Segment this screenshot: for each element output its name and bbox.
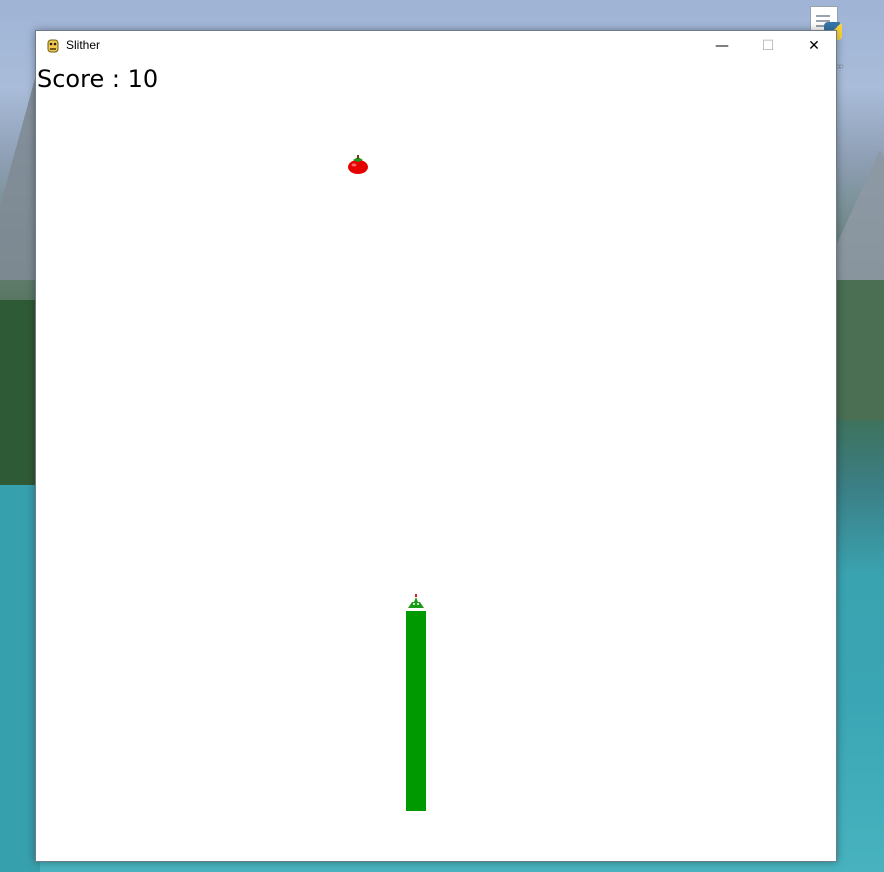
apple-icon: [348, 155, 368, 174]
close-icon: ✕: [808, 38, 820, 54]
game-window: Slither — ☐ ✕ Score : 10: [35, 30, 837, 862]
score-label: Score : 10: [37, 65, 159, 93]
forest-right: [836, 280, 884, 420]
snake-body: [406, 611, 426, 811]
game-canvas[interactable]: Score : 10: [36, 61, 836, 861]
desktop-background: ne... Slither — ☐ ✕ Score : 10: [0, 0, 884, 872]
title-bar[interactable]: Slither — ☐ ✕: [36, 31, 836, 61]
window-title: Slither: [66, 38, 101, 52]
pygame-snake-icon: [47, 39, 59, 53]
snake-head-icon: [408, 594, 424, 608]
forest-left: [0, 300, 40, 485]
close-button[interactable]: ✕: [791, 31, 837, 61]
lake-left: [0, 485, 40, 872]
minimize-button[interactable]: —: [699, 31, 745, 61]
maximize-icon: ☐: [761, 38, 775, 54]
maximize-button[interactable]: ☐: [745, 31, 791, 61]
minimize-icon: —: [715, 38, 729, 54]
